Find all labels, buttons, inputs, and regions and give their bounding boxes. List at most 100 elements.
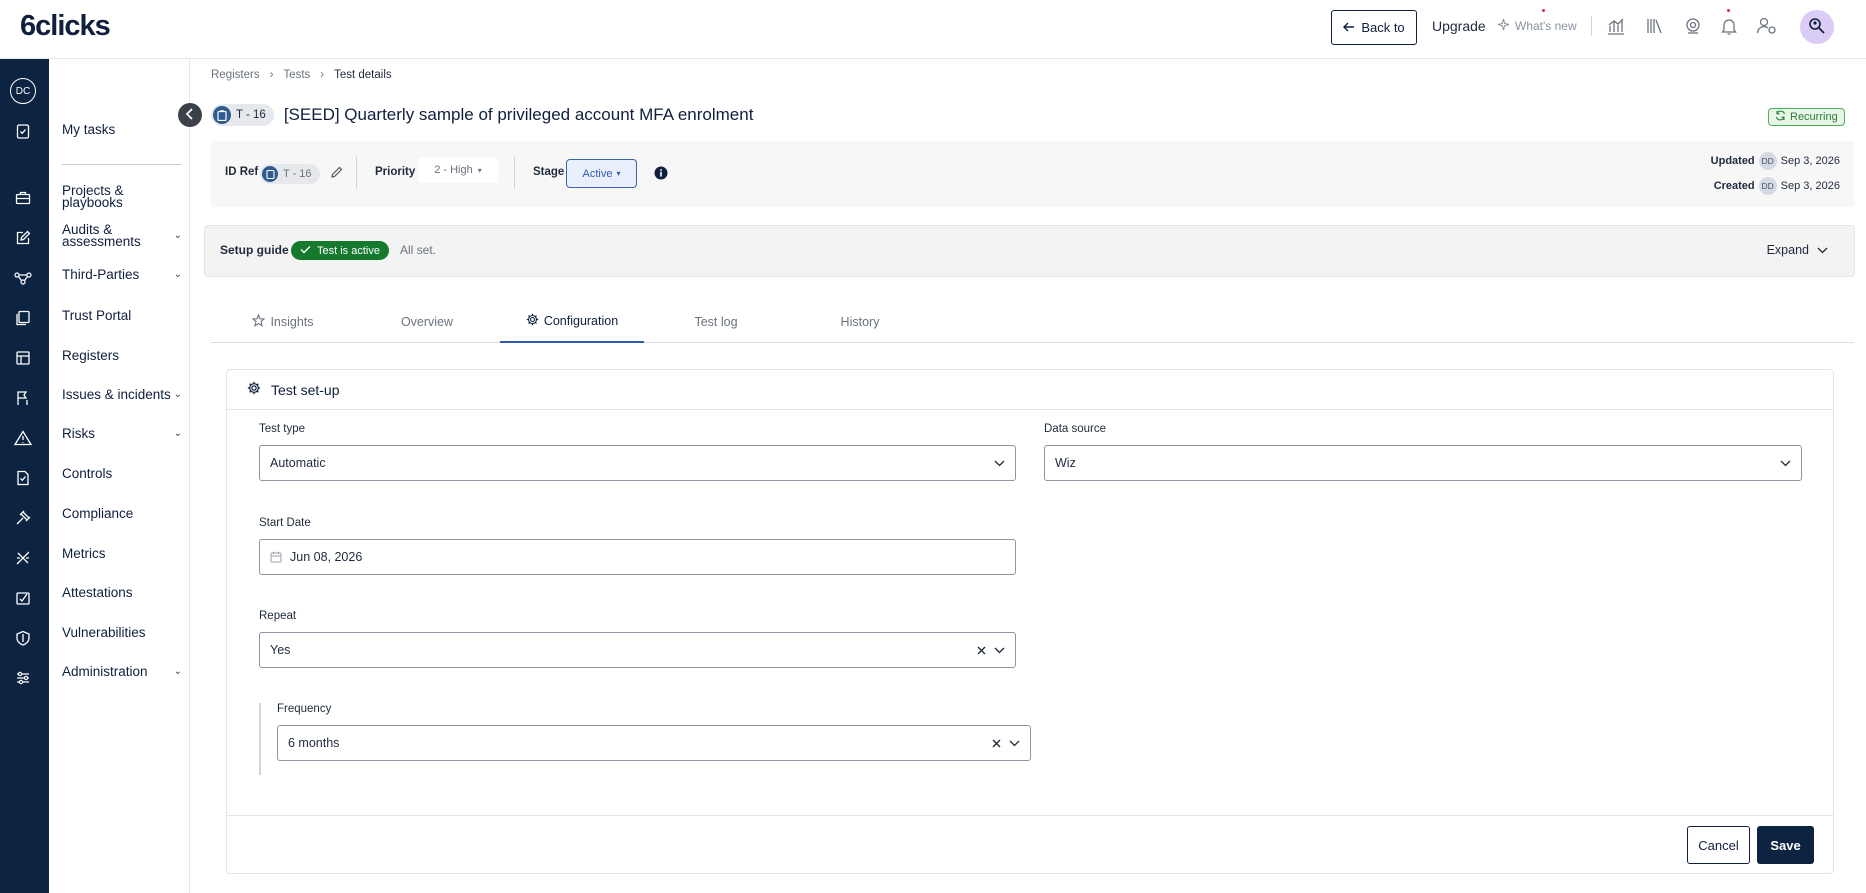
shield-icon[interactable] [12, 627, 34, 649]
user-settings-icon[interactable] [1755, 14, 1779, 38]
info-icon[interactable] [654, 166, 668, 183]
briefcase-icon[interactable] [12, 187, 34, 209]
tab-insights[interactable]: Insights [211, 300, 355, 343]
avatar: DD [1758, 177, 1777, 195]
sidebar-item-controls[interactable]: Controls [62, 466, 182, 481]
warning-icon[interactable] [12, 427, 34, 449]
collapse-sidebar-button[interactable] [178, 103, 202, 127]
updated-meta: Updated DD Sep 3, 2026 [1711, 152, 1840, 170]
upgrade-link[interactable]: Upgrade [1432, 18, 1486, 34]
nav-rail: DC [0, 59, 49, 893]
frequency-select[interactable]: 6 months [277, 725, 1031, 761]
frequency-value: 6 months [288, 736, 340, 750]
expand-label: Expand [1766, 243, 1809, 257]
attestation-icon[interactable] [12, 587, 34, 609]
sidebar-item-label: Registers [62, 348, 120, 363]
setup-guide: Setup guide Test is active All set. Expa… [204, 225, 1855, 277]
logo[interactable]: 6clicks [20, 10, 111, 43]
data-source-select[interactable]: Wiz [1044, 445, 1802, 481]
sidebar-item-compliance[interactable]: Compliance [62, 506, 182, 521]
section-title: Test set-up [271, 381, 340, 398]
divider [227, 815, 1833, 816]
start-date-value: Jun 08, 2026 [290, 550, 363, 564]
sidebar-item-trust-portal[interactable]: Trust Portal [62, 309, 182, 323]
tab-configuration[interactable]: Configuration [500, 300, 644, 343]
user-avatar[interactable] [1800, 10, 1834, 44]
clipboard-check-icon[interactable] [12, 120, 34, 142]
status-badge: Test is active [291, 241, 389, 260]
calendar-icon [270, 551, 282, 563]
refresh-icon [1775, 110, 1786, 124]
divider [1591, 16, 1592, 36]
back-button[interactable]: Back to [1331, 10, 1417, 45]
chevron-down-icon: ⌄ [173, 428, 182, 439]
workspace-avatar[interactable]: DC [10, 78, 36, 104]
status-badge-label: Test is active [317, 244, 380, 257]
updated-date: Sep 3, 2026 [1780, 155, 1840, 167]
sidebar-item-administration[interactable]: Administration ⌄ [62, 665, 182, 679]
sidebar-item-label: Third-Parties [62, 267, 140, 282]
repeat-select[interactable]: Yes [259, 632, 1016, 668]
clear-icon[interactable] [977, 646, 986, 655]
compliance-icon[interactable] [12, 507, 34, 529]
sidebar-item-label: Audits & assessments [62, 222, 141, 249]
repeat-value: Yes [270, 643, 291, 657]
breadcrumb-tests[interactable]: Tests [283, 69, 310, 81]
whats-new-label: What's new [1515, 19, 1577, 33]
sliders-icon[interactable] [12, 667, 34, 689]
sidebar-item-vulnerabilities[interactable]: Vulnerabilities [62, 626, 182, 640]
sidebar-item-label: Controls [62, 466, 113, 481]
edit-icon[interactable] [12, 227, 34, 249]
tab-test-log[interactable]: Test log [644, 300, 788, 343]
chevron-left-icon [185, 107, 195, 123]
tab-bar: Insights Overview Configuration Test log… [211, 300, 1854, 343]
tab-history[interactable]: History [788, 300, 932, 343]
network-icon[interactable] [12, 267, 34, 289]
test-type-select[interactable]: Automatic [259, 445, 1016, 481]
start-date-label: Start Date [259, 517, 311, 529]
sidebar-item-projects[interactable]: Projects & playbooks [62, 184, 137, 210]
controls-icon[interactable] [12, 467, 34, 489]
cancel-button[interactable]: Cancel [1687, 826, 1750, 864]
top-bar: 6clicks Back to Upgrade What's new [0, 0, 1866, 59]
library-icon[interactable] [1643, 14, 1667, 38]
chevron-down-icon: ⌄ [173, 666, 182, 677]
breadcrumb-registers[interactable]: Registers [211, 69, 260, 81]
sidebar-item-metrics[interactable]: Metrics [62, 547, 182, 561]
id-ref-label: ID Ref [225, 166, 259, 178]
sidebar-item-attestations[interactable]: Attestations [62, 586, 182, 600]
save-button[interactable]: Save [1757, 826, 1814, 864]
metrics-icon[interactable] [12, 547, 34, 569]
sidebar-item-risks[interactable]: Risks ⌄ [62, 427, 182, 441]
notification-indicator [1727, 9, 1730, 12]
stage-select[interactable]: Active ▾ [566, 159, 637, 188]
divider [514, 157, 515, 189]
sidebar-item-registers[interactable]: Registers [62, 348, 182, 363]
bell-icon[interactable] [1717, 14, 1741, 38]
sidebar-item-third-parties[interactable]: Third-Parties ⌄ [62, 267, 182, 282]
register-icon[interactable] [12, 347, 34, 369]
whats-new-link[interactable]: What's new [1497, 18, 1577, 34]
frequency-label: Frequency [277, 703, 332, 715]
support-icon[interactable] [1681, 14, 1705, 38]
analytics-icon[interactable] [1604, 14, 1628, 38]
breadcrumb: Registers › Tests › Test details [211, 69, 392, 81]
sidebar-item-issues[interactable]: Issues & incidents ⌄ [62, 388, 182, 402]
start-date-input[interactable]: Jun 08, 2026 [259, 539, 1016, 575]
incident-icon[interactable] [12, 387, 34, 409]
chevron-down-icon [1780, 460, 1791, 467]
sidebar-item-label: Compliance [62, 506, 134, 521]
portal-icon[interactable] [12, 307, 34, 329]
chevron-down-icon: ⌄ [173, 230, 182, 241]
tab-overview[interactable]: Overview [355, 300, 499, 343]
sidebar-item-audits[interactable]: Audits & assessments ⌄ [62, 222, 182, 249]
expand-button[interactable]: Expand [1767, 243, 1828, 257]
clear-icon[interactable] [992, 739, 1001, 748]
pencil-icon[interactable] [330, 165, 344, 182]
sidebar-item-my-tasks[interactable]: My tasks [62, 123, 182, 137]
priority-select[interactable]: 2 - High ▾ [418, 157, 498, 183]
id-badge: T - 16 [211, 104, 274, 126]
created-label: Created [1713, 180, 1755, 192]
id-ref-value: T - 16 [283, 168, 312, 180]
back-button-label: Back to [1361, 20, 1405, 35]
